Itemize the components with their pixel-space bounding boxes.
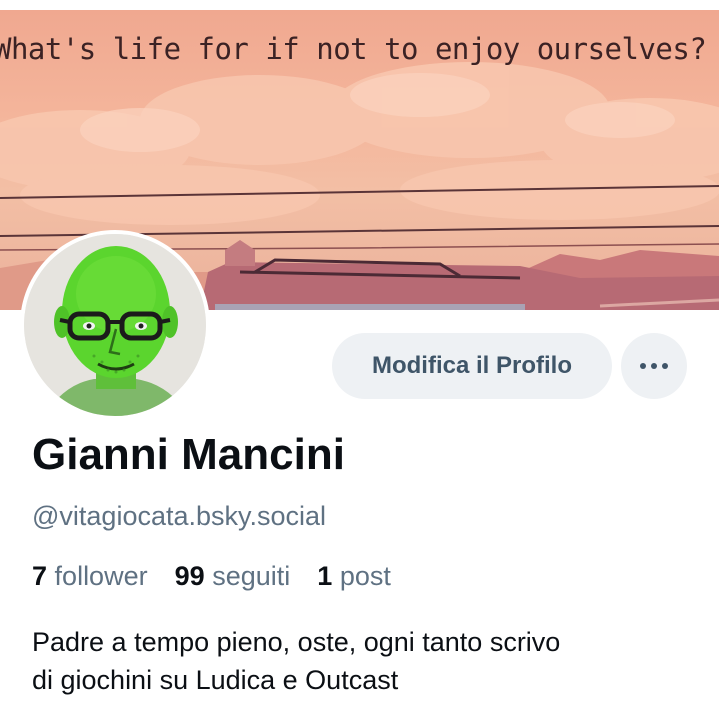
posts-stat: 1 post [317,561,391,591]
profile-page: What's life for if not to enjoy ourselve… [0,0,719,709]
profile-bio: Padre a tempo pieno, oste, ogni tanto sc… [32,623,702,699]
following-link[interactable]: 99 seguiti [175,561,298,591]
bio-line: Padre a tempo pieno, oste, ogni tanto sc… [32,627,561,657]
following-count: 99 [174,561,205,591]
following-label: seguiti [212,561,291,591]
banner-caption: What's life for if not to enjoy ourselve… [0,32,719,66]
more-options-button[interactable] [621,333,687,399]
profile-stats: 7 follower 99 seguiti 1 post [32,561,391,592]
avatar-image [24,234,206,416]
posts-count: 1 [317,561,333,591]
avatar[interactable] [20,230,210,420]
ellipsis-icon [662,363,668,369]
ellipsis-icon [640,363,646,369]
followers-count: 7 [32,561,48,591]
posts-label: post [339,561,391,591]
edit-profile-button[interactable]: Modifica il Profilo [332,333,612,399]
display-name: Gianni Mancini [32,430,345,479]
followers-label: follower [54,561,148,591]
followers-link[interactable]: 7 follower [32,561,155,591]
ellipsis-icon [651,363,657,369]
profile-handle: @vitagiocata.bsky.social [32,501,327,531]
bio-line: di giochini su Ludica e Outcast [32,665,399,695]
avatar-green-face-icon [24,234,206,416]
